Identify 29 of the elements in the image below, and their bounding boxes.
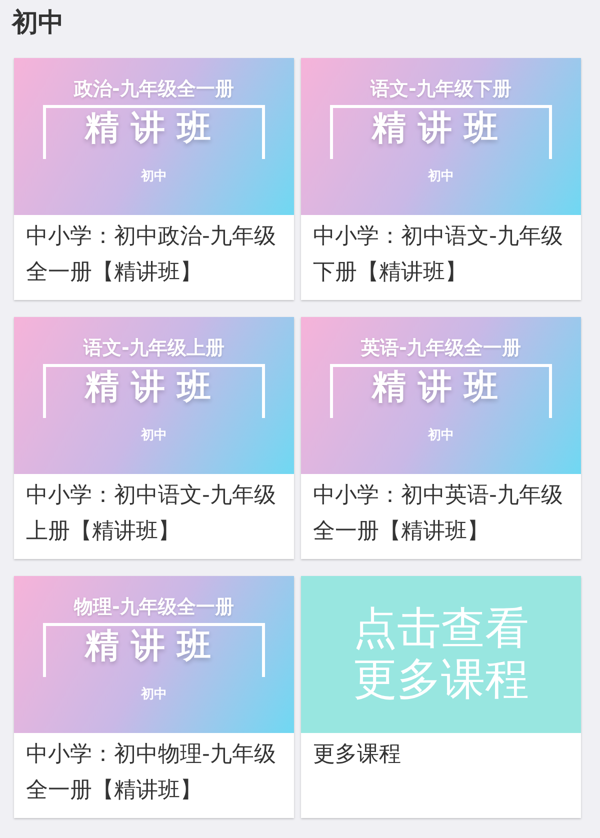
more-courses-card[interactable]: 点击查看 更多课程 更多课程 <box>301 576 581 818</box>
cover-grade: 初中 <box>428 168 454 186</box>
course-card[interactable]: 语文-九年级下册 精讲班 初中 中小学：初中语文-九年级下册【精讲班】 <box>301 58 581 300</box>
cover-subject: 语文-九年级下册 <box>370 78 512 101</box>
cover-subject: 政治-九年级全一册 <box>74 78 234 101</box>
course-caption: 中小学：初中英语-九年级全一册【精讲班】 <box>312 482 564 546</box>
cover-class-title: 精讲班 <box>85 626 223 668</box>
cover-text: 点击查看 更多课程 <box>353 604 529 706</box>
course-card[interactable]: 英语-九年级全一册 精讲班 初中 中小学：初中英语-九年级全一册【精讲班】 <box>301 317 581 559</box>
section-title: 初中 <box>10 7 65 40</box>
cover-subject: 物理-九年级全一册 <box>74 596 234 619</box>
cover-class-title: 精讲班 <box>85 108 223 150</box>
cover-subject: 语文-九年级上册 <box>84 337 224 360</box>
course-card[interactable]: 政治-九年级全一册 精讲班 初中 中小学：初中政治-九年级全一册【精讲班】 <box>14 58 294 300</box>
cover-subject: 英语-九年级全一册 <box>361 337 521 360</box>
cover-class-title: 精讲班 <box>372 108 510 150</box>
cover-class-title: 精讲班 <box>85 366 223 409</box>
cover-grade: 初中 <box>428 426 454 445</box>
course-caption: 中小学：初中语文-九年级下册【精讲班】 <box>312 223 564 287</box>
course-card[interactable]: 物理-九年级全一册 精讲班 初中 中小学：初中物理-九年级全一册【精讲班】 <box>14 576 294 818</box>
course-caption: 中小学：初中物理-九年级全一册【精讲班】 <box>25 741 277 805</box>
cover-class-title: 精讲班 <box>372 366 510 409</box>
cover-grade: 初中 <box>141 686 167 704</box>
cover-grade: 初中 <box>141 426 167 445</box>
course-card[interactable]: 语文-九年级上册 精讲班 初中 中小学：初中语文-九年级上册【精讲班】 <box>14 317 294 559</box>
cover-grade: 初中 <box>141 168 167 186</box>
course-caption: 中小学：初中政治-九年级全一册【精讲班】 <box>25 223 277 287</box>
course-caption: 中小学：初中语文-九年级上册【精讲班】 <box>25 482 277 546</box>
course-caption: 更多课程 <box>312 741 402 769</box>
